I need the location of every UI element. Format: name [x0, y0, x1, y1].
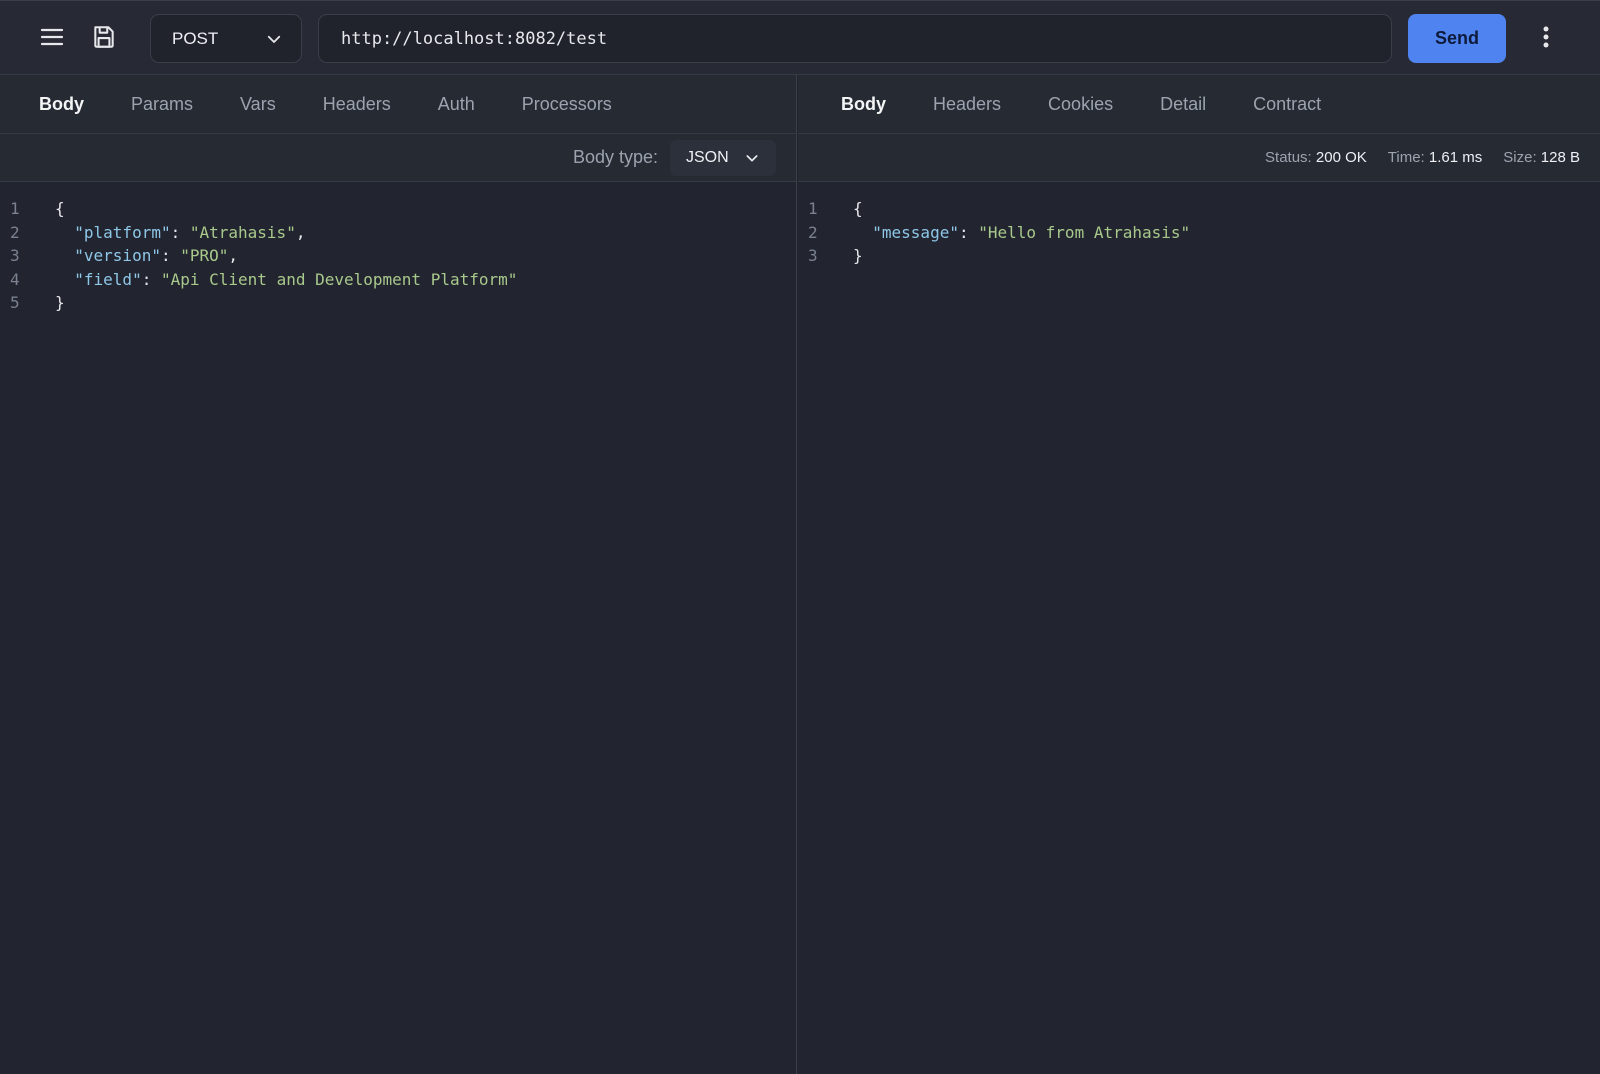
request-tabs: Body Params Vars Headers Auth Processors [0, 75, 796, 134]
size-stat: Size: 128 B [1503, 149, 1580, 166]
more-options-icon[interactable] [1530, 21, 1562, 53]
json-punctuation: : [160, 246, 181, 266]
body-type-select[interactable]: JSON [670, 139, 776, 176]
size-value: 128 B [1540, 149, 1580, 166]
code-line: 3 "version": "PRO", [0, 244, 796, 268]
tab-contract[interactable]: Contract [1253, 94, 1321, 115]
json-punctuation: : [958, 222, 979, 242]
code-text: { [853, 199, 863, 218]
json-punctuation: } [55, 293, 65, 313]
response-panel: Body Headers Cookies Detail Contract Sta… [798, 75, 1600, 1074]
json-punctuation: { [55, 199, 65, 219]
tab-detail[interactable]: Detail [1160, 94, 1206, 115]
code-line: 1{ [798, 197, 1600, 221]
json-key: "platform" [74, 222, 171, 242]
json-punctuation: { [853, 199, 863, 219]
line-number: 3 [808, 246, 818, 266]
code-text: "message": "Hello from Atrahasis" [853, 223, 1190, 242]
json-string: "Api Client and Development Platform" [160, 269, 518, 289]
url-field[interactable] [318, 14, 1392, 63]
code-text: "field": "Api Client and Development Pla… [55, 270, 517, 289]
request-body-editor[interactable]: 1{2 "platform": "Atrahasis", 3 "version":… [0, 182, 796, 315]
response-body-viewer: 1{2 "message": "Hello from Atrahasis" 3} [798, 182, 1600, 268]
json-punctuation [853, 223, 872, 242]
body-type-bar: Body type: JSON [0, 134, 796, 182]
line-number: 4 [10, 269, 20, 289]
time-label: Time: [1387, 149, 1425, 166]
tab-vars[interactable]: Vars [240, 94, 276, 115]
json-punctuation: : [141, 269, 161, 289]
body-type-label: Body type: [572, 147, 658, 167]
tab-body[interactable]: Body [841, 94, 886, 115]
json-string: "Hello from Atrahasis" [978, 222, 1191, 242]
json-string: "PRO" [180, 246, 229, 266]
json-key: "version" [74, 246, 161, 266]
tab-headers[interactable]: Headers [933, 94, 1001, 115]
code-text: "version": "PRO", [55, 246, 238, 265]
json-punctuation: , [295, 222, 306, 242]
tab-processors[interactable]: Processors [522, 94, 612, 115]
hamburger-menu-icon[interactable] [36, 21, 68, 53]
code-line: 1{ [0, 197, 796, 221]
top-toolbar: POST Send [0, 0, 1600, 75]
response-stats-bar: Status: 200 OK Time: 1.61 ms Size: 128 B [798, 134, 1600, 182]
request-panel: Body Params Vars Headers Auth Processors… [0, 75, 797, 1074]
line-number: 3 [10, 246, 20, 266]
code-line: 2 "platform": "Atrahasis", [0, 221, 796, 245]
code-text: } [853, 246, 863, 265]
json-key: "message" [872, 222, 959, 242]
response-tabs: Body Headers Cookies Detail Contract [798, 75, 1600, 134]
code-text: } [55, 293, 65, 312]
json-punctuation [55, 223, 74, 242]
time-stat: Time: 1.61 ms [1388, 149, 1482, 166]
tab-headers[interactable]: Headers [323, 94, 391, 115]
json-string: "Atrahasis" [189, 222, 296, 242]
tab-auth[interactable]: Auth [438, 94, 475, 115]
tab-body[interactable]: Body [39, 94, 84, 115]
status-label: Status: [1265, 149, 1312, 166]
method-value: POST [172, 28, 219, 48]
body-type-value: JSON [686, 148, 729, 166]
json-punctuation: : [170, 222, 190, 242]
status-stat: Status: 200 OK [1265, 149, 1367, 166]
code-text: { [55, 199, 65, 218]
method-select[interactable]: POST [150, 14, 302, 63]
url-input[interactable] [341, 28, 1369, 49]
save-icon[interactable] [88, 21, 120, 53]
size-label: Size: [1503, 149, 1537, 166]
json-punctuation: , [228, 246, 239, 266]
code-line: 2 "message": "Hello from Atrahasis" [798, 221, 1600, 245]
tab-params[interactable]: Params [131, 94, 193, 115]
json-key: "field" [74, 269, 142, 289]
tab-cookies[interactable]: Cookies [1048, 94, 1113, 115]
line-number: 1 [808, 199, 818, 219]
code-line: 4 "field": "Api Client and Development P… [0, 268, 796, 292]
status-value: 200 OK [1315, 149, 1367, 166]
send-button[interactable]: Send [1408, 14, 1506, 63]
json-punctuation [55, 246, 74, 265]
line-number: 2 [10, 222, 20, 242]
code-line: 3} [798, 244, 1600, 268]
line-number: 5 [10, 293, 20, 313]
json-punctuation: } [853, 246, 863, 266]
time-value: 1.61 ms [1428, 149, 1483, 166]
chevron-down-icon [746, 154, 758, 162]
line-number: 2 [808, 222, 818, 242]
chevron-down-icon [267, 35, 281, 43]
line-number: 1 [10, 199, 20, 219]
code-line: 5} [0, 291, 796, 315]
code-text: "platform": "Atrahasis", [55, 223, 305, 242]
json-punctuation [55, 270, 74, 289]
